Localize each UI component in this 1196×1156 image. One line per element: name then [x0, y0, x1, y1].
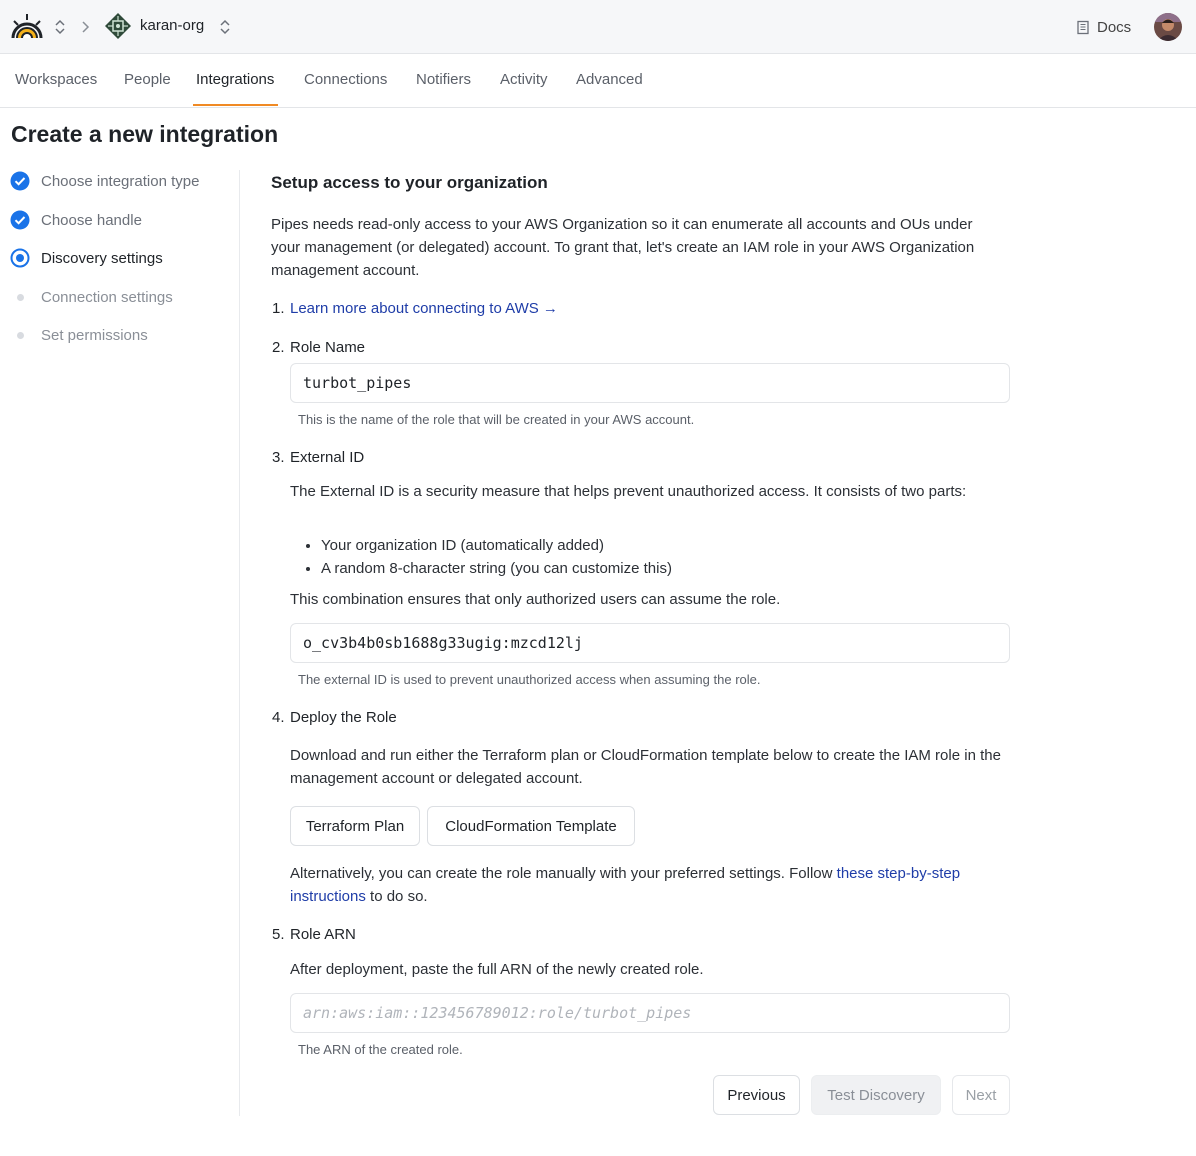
external-id-description: The External ID is a security measure th…: [290, 483, 967, 500]
manual-role-text-after: to do so.: [365, 888, 428, 905]
tab-connections[interactable]: Connections: [304, 71, 387, 104]
step-label: Choose integration type: [41, 172, 200, 190]
step-choose-integration-type[interactable]: Choose integration type: [10, 170, 199, 192]
tab-people[interactable]: People: [124, 71, 171, 104]
user-photo-icon: [1154, 13, 1182, 41]
org-avatar-icon[interactable]: [104, 12, 132, 40]
breadcrumb-chevron-right-icon: [82, 21, 90, 33]
item-number: 1.: [272, 300, 285, 317]
step-connection-settings: Connection settings: [10, 286, 173, 308]
item-number: 3.: [272, 449, 285, 466]
role-name-help: This is the name of the role that will b…: [298, 412, 695, 427]
step-set-permissions: Set permissions: [10, 324, 148, 346]
next-button[interactable]: Next: [952, 1075, 1010, 1115]
test-discovery-button[interactable]: Test Discovery: [811, 1075, 941, 1115]
check-circle-icon: [10, 171, 30, 191]
role-arn-label: Role ARN: [290, 926, 356, 943]
previous-button[interactable]: Previous: [713, 1075, 800, 1115]
terraform-plan-button[interactable]: Terraform Plan: [290, 806, 420, 846]
section-heading: Setup access to your organization: [271, 173, 548, 192]
list-item: Your organization ID (automatically adde…: [321, 534, 672, 557]
external-id-parts-list: Your organization ID (automatically adde…: [290, 534, 672, 580]
item-number: 5.: [272, 926, 285, 943]
page-title: Create a new integration: [11, 121, 279, 147]
role-arn-input[interactable]: arn:aws:iam::123456789012:role/turbot_pi…: [290, 993, 1010, 1033]
docs-link[interactable]: Docs: [1076, 16, 1131, 38]
tab-bar: Workspaces People Integrations Connectio…: [0, 54, 1196, 108]
learn-more-aws-link[interactable]: Learn more about connecting to AWS →: [290, 300, 558, 317]
docs-label: Docs: [1097, 18, 1132, 36]
org-switcher-updown-icon[interactable]: [219, 19, 231, 35]
step-choose-handle[interactable]: Choose handle: [10, 209, 142, 231]
step-label: Discovery settings: [41, 249, 163, 267]
user-avatar[interactable]: [1154, 13, 1182, 41]
external-id-help: The external ID is used to prevent unaut…: [298, 672, 761, 687]
manual-role-text: Alternatively, you can create the role m…: [290, 862, 1000, 908]
check-circle-icon: [10, 210, 30, 230]
step-label: Set permissions: [41, 326, 148, 344]
tab-integrations[interactable]: Integrations: [193, 71, 279, 106]
pending-dot-icon: [10, 325, 30, 345]
role-arn-help: The ARN of the created role.: [298, 1042, 463, 1057]
role-name-label: Role Name: [290, 339, 366, 356]
step-label: Connection settings: [41, 288, 173, 306]
pipes-logo-icon[interactable]: [10, 12, 44, 40]
pending-dot-icon: [10, 287, 30, 307]
external-id-note: This combination ensures that only autho…: [290, 591, 781, 608]
current-step-radio-icon: [10, 248, 30, 268]
deploy-role-label: Deploy the Role: [290, 709, 397, 726]
external-id-label: External ID: [290, 449, 365, 466]
org-name[interactable]: karan-org: [140, 17, 204, 34]
tab-workspaces[interactable]: Workspaces: [15, 71, 97, 104]
vertical-divider: [239, 170, 240, 1116]
role-arn-description: After deployment, paste the full ARN of …: [290, 961, 704, 978]
tab-advanced[interactable]: Advanced: [576, 71, 643, 104]
book-icon: [1077, 20, 1089, 34]
switcher-updown-icon[interactable]: [54, 19, 66, 35]
item-number: 4.: [272, 709, 285, 726]
role-name-input[interactable]: turbot_pipes: [290, 363, 1010, 403]
list-item: A random 8-character string (you can cus…: [321, 557, 672, 580]
step-discovery-settings[interactable]: Discovery settings: [10, 247, 163, 269]
tab-activity[interactable]: Activity: [500, 71, 548, 104]
manual-role-text-before: Alternatively, you can create the role m…: [290, 865, 837, 882]
deploy-role-description: Download and run either the Terraform pl…: [290, 747, 1001, 787]
item-number: 2.: [272, 339, 285, 356]
top-bar: karan-org Docs: [0, 0, 1196, 54]
cloudformation-template-button[interactable]: CloudFormation Template: [427, 806, 635, 846]
intro-text: Pipes needs read-only access to your AWS…: [271, 216, 975, 279]
tab-notifiers[interactable]: Notifiers: [416, 71, 471, 104]
step-label: Choose handle: [41, 211, 142, 229]
external-id-input[interactable]: o_cv3b4b0sb1688g33ugig:mzcd12lj: [290, 623, 1010, 663]
